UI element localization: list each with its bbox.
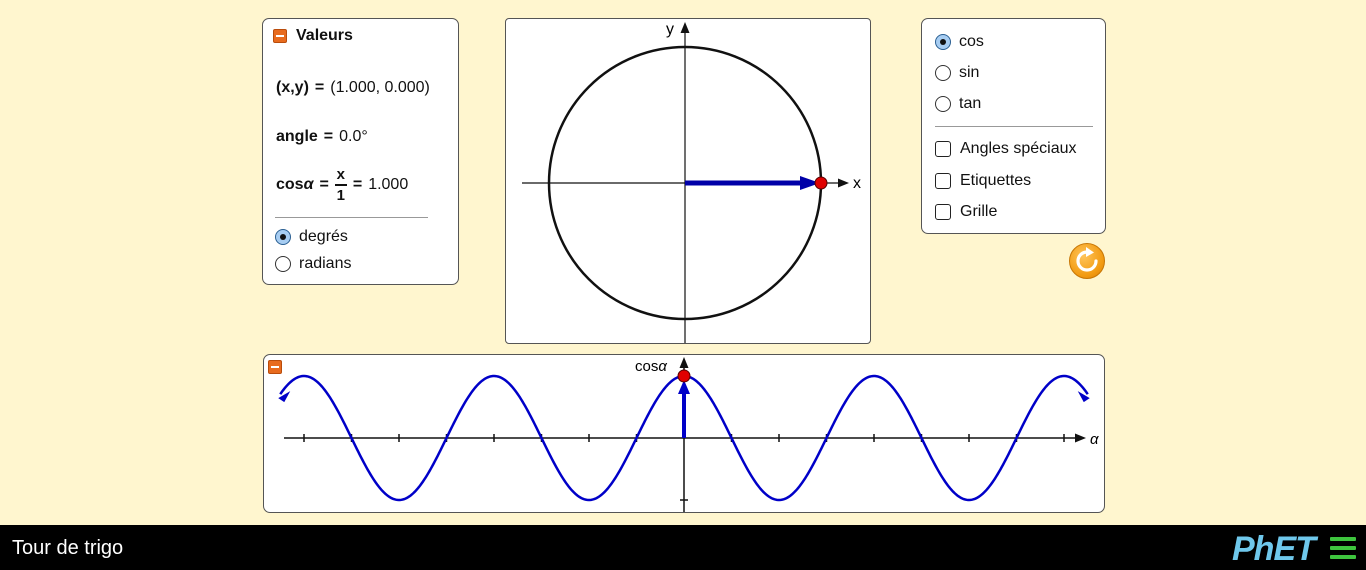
y-axis-label: y [666,21,674,38]
collapse-values-button[interactable] [273,29,287,43]
graph-y-label-prefix: cos [635,358,658,375]
phet-logo[interactable]: PhET [1232,531,1316,567]
x-axis-label: x [853,175,861,192]
values-separator [275,217,428,218]
checkbox-special-angles[interactable] [935,141,951,157]
fraction-bar [334,184,347,186]
graph-drag-handle[interactable] [677,369,691,383]
trig-label: cosα [276,176,314,194]
values-title: Valeurs [296,27,353,44]
function-panel: cos sin tan Angles spéciaux Etiquettes G… [921,18,1106,234]
function-separator [935,126,1093,127]
equals-sign: = [319,176,329,193]
labels-option[interactable]: Etiquettes [935,172,1031,190]
radio-tan[interactable] [935,96,951,112]
labels-label: Etiquettes [960,172,1032,189]
xy-value: (1.000, 0.000) [330,79,430,96]
radio-degrees[interactable] [275,229,291,245]
menu-icon[interactable] [1330,537,1356,559]
function-sin-label: sin [959,64,980,81]
grid-label: Grille [960,203,998,220]
angle-value: 0.0° [339,128,368,145]
equals-sign: = [323,128,334,145]
xy-row: (x,y) = (1.000, 0.000) [276,79,430,97]
graph-overlay [278,369,1090,438]
equals-sign: = [352,176,363,193]
values-panel: Valeurs (x,y) = (1.000, 0.000) angle = 0… [262,18,459,285]
function-tan-option[interactable]: tan [935,95,981,113]
graph-x-axis-arrow-icon [1075,433,1086,443]
graph-y-axis-arrow-icon [679,357,689,368]
radio-radians[interactable] [275,256,291,272]
grid-option[interactable]: Grille [935,203,997,221]
function-cos-label: cos [959,33,984,50]
unit-radians-label: radians [299,255,352,272]
unit-circle-svg: x y [522,21,861,343]
unit-radians-option[interactable]: radians [275,255,351,273]
function-tan-label: tan [959,95,982,112]
equals-sign: = [314,79,325,96]
y-axis-arrow-icon [680,22,690,33]
x-axis-arrow-icon [838,178,849,188]
fraction-numerator: x [336,166,346,183]
checkbox-grid[interactable] [935,204,951,220]
fraction-denominator: 1 [336,187,346,204]
navigation-bar: Tour de trigo PhET [0,525,1366,570]
checkbox-labels[interactable] [935,173,951,189]
graph-x-axis-label: α [1090,431,1099,448]
special-angles-label: Angles spéciaux [960,140,1077,157]
angle-drag-handle[interactable] [814,176,828,190]
reset-icon [1076,247,1098,272]
fraction: x 1 [334,166,347,204]
unit-circle-panel: x y [505,18,871,344]
graph-y-axis-label: cosα [635,358,667,375]
function-sin-option[interactable]: sin [935,64,979,82]
reset-all-button[interactable] [1069,243,1105,279]
xy-label: (x,y) [276,79,309,96]
unit-degrees-label: degrés [299,228,348,245]
trig-label-prefix: cos [276,176,304,193]
angle-label: angle [276,128,318,145]
trig-value: 1.000 [368,176,409,193]
radio-cos[interactable] [935,34,951,50]
graph-panel: cosα α [263,354,1105,513]
special-angles-option[interactable]: Angles spéciaux [935,140,1077,158]
unit-degrees-option[interactable]: degrés [275,228,348,246]
angle-row: angle = 0.0° [276,128,368,146]
sim-title: Tour de trigo [12,537,124,559]
radio-sin[interactable] [935,65,951,81]
graph-svg: cosα α [278,357,1099,512]
trig-label-symbol: α [303,176,314,193]
function-cos-option[interactable]: cos [935,33,984,51]
trig-row: cosα = x 1 = 1.000 [276,166,408,204]
graph-y-label-symbol: α [658,358,667,375]
